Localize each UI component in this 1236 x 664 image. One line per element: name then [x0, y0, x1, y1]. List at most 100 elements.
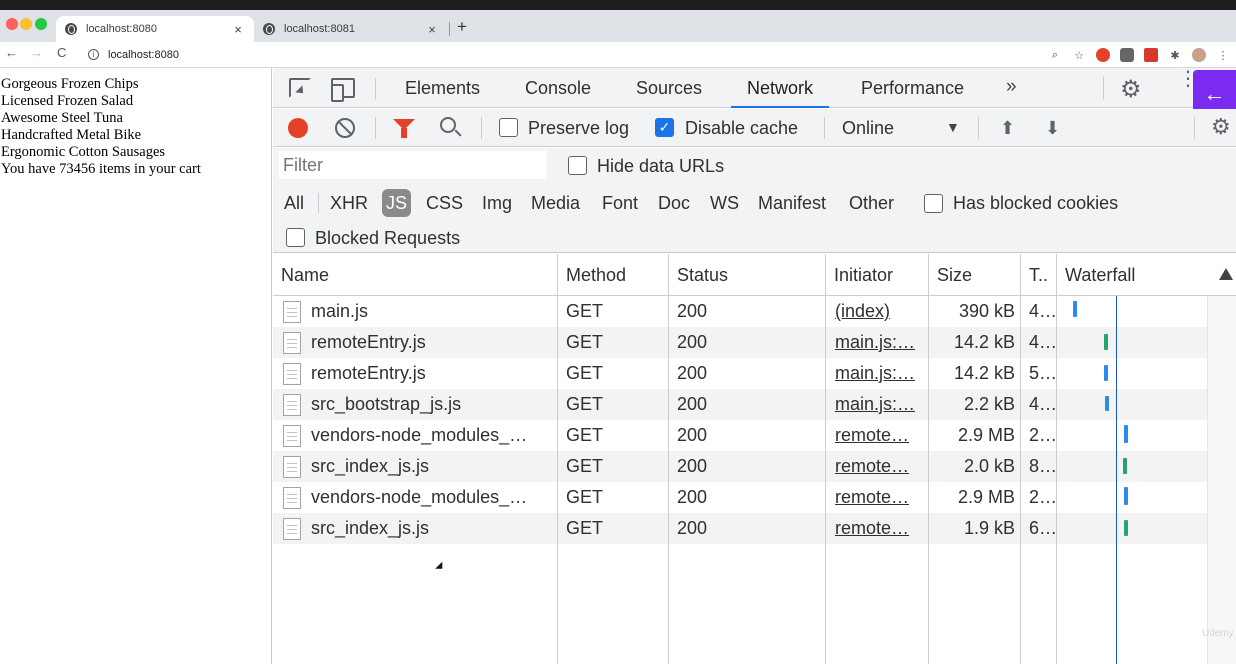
- waterfall-bar[interactable]: [1104, 365, 1108, 381]
- waterfall-bar[interactable]: [1105, 396, 1109, 411]
- hide-data-urls-checkbox[interactable]: [568, 156, 587, 175]
- waterfall-bar[interactable]: [1124, 487, 1128, 505]
- disable-cache-checkbox[interactable]: ✓: [655, 118, 674, 137]
- table-row[interactable]: main.js GET 200 (index) 390 kB 4…: [273, 296, 1207, 327]
- browser-tab-active[interactable]: localhost:8080 ×: [56, 16, 254, 42]
- tab-close-button[interactable]: ×: [230, 22, 246, 37]
- column-divider[interactable]: [928, 254, 929, 664]
- column-header-name[interactable]: Name: [273, 254, 558, 296]
- throttling-select[interactable]: Online: [842, 117, 894, 139]
- column-header-method[interactable]: Method: [558, 254, 669, 296]
- tab-separator: [449, 22, 450, 36]
- browser-tab[interactable]: localhost:8081 ×: [256, 16, 448, 42]
- type-filter-manifest[interactable]: Manifest: [758, 189, 826, 217]
- type-filter-xhr[interactable]: XHR: [330, 189, 368, 217]
- url-field[interactable]: i localhost:8080: [80, 44, 1060, 65]
- search-icon[interactable]: [440, 117, 456, 133]
- column-divider[interactable]: [557, 254, 558, 664]
- type-filter-doc[interactable]: Doc: [658, 189, 690, 217]
- table-row[interactable]: src_index_js.js GET 200 remote… 1.9 kB 6…: [273, 513, 1207, 544]
- cell-initiator[interactable]: remote…: [835, 513, 923, 544]
- puzzle-icon[interactable]: ✱: [1168, 48, 1182, 62]
- cell-initiator[interactable]: main.js:…: [835, 327, 923, 358]
- table-row[interactable]: remoteEntry.js GET 200 main.js:… 14.2 kB 5…: [273, 358, 1207, 389]
- waterfall-bar[interactable]: [1124, 520, 1128, 536]
- cell-method: GET: [566, 394, 604, 414]
- type-filter-all[interactable]: All: [284, 189, 304, 217]
- column-header-initiator[interactable]: Initiator: [826, 254, 929, 296]
- preserve-log-checkbox[interactable]: [499, 118, 518, 137]
- blocked-requests-checkbox[interactable]: [286, 228, 305, 247]
- extension-shield-icon[interactable]: [1120, 48, 1134, 62]
- type-filter-css[interactable]: CSS: [426, 189, 463, 217]
- waterfall-bar[interactable]: [1104, 334, 1108, 350]
- menu-kebab-icon[interactable]: ⋮: [1216, 48, 1230, 62]
- bookmark-star-icon[interactable]: ☆: [1072, 48, 1086, 62]
- filter-icon[interactable]: [393, 119, 415, 138]
- info-icon[interactable]: i: [88, 49, 99, 60]
- network-settings-gear-icon[interactable]: ⚙: [1211, 114, 1231, 140]
- minimize-window-button[interactable]: [20, 18, 32, 30]
- cell-status: 200: [677, 363, 708, 383]
- new-tab-button[interactable]: +: [457, 17, 467, 37]
- has-blocked-cookies-checkbox[interactable]: [924, 194, 943, 213]
- cell-initiator[interactable]: remote…: [835, 420, 923, 451]
- type-filter-js[interactable]: JS: [382, 189, 412, 217]
- column-header-waterfall[interactable]: Waterfall: [1057, 254, 1236, 296]
- table-row[interactable]: src_bootstrap_js.js GET 200 main.js:… 2.2 kB…: [273, 389, 1207, 420]
- type-filter-img[interactable]: Img: [482, 189, 512, 217]
- type-filter-media[interactable]: Media: [531, 189, 580, 217]
- device-toolbar-icon[interactable]: [331, 78, 355, 102]
- cell-initiator[interactable]: remote…: [835, 482, 923, 513]
- clear-icon[interactable]: [335, 118, 355, 138]
- waterfall-bar[interactable]: [1073, 301, 1077, 317]
- cell-initiator[interactable]: remote…: [835, 451, 923, 482]
- maximize-window-button[interactable]: [35, 18, 47, 30]
- column-header-time[interactable]: T..: [1021, 254, 1057, 296]
- tab-network[interactable]: Network: [731, 68, 830, 108]
- type-filter-other[interactable]: Other: [849, 189, 894, 217]
- cell-time: 5…: [1029, 363, 1057, 383]
- sort-ascending-icon[interactable]: [1219, 268, 1233, 280]
- extension-red-icon[interactable]: [1096, 48, 1110, 62]
- zoom-icon[interactable]: ⌕: [1048, 48, 1062, 62]
- back-button[interactable]: ←: [5, 45, 18, 60]
- record-icon[interactable]: [288, 118, 308, 138]
- waterfall-bar[interactable]: [1123, 458, 1127, 474]
- column-divider[interactable]: [825, 254, 826, 664]
- table-row[interactable]: remoteEntry.js GET 200 main.js:… 14.2 kB 4…: [273, 327, 1207, 358]
- waterfall-scroll-track[interactable]: [1207, 296, 1236, 664]
- table-row[interactable]: src_index_js.js GET 200 remote… 2.0 kB 8…: [273, 451, 1207, 482]
- filter-input[interactable]: [279, 151, 547, 179]
- more-tabs-button[interactable]: »: [1006, 76, 1017, 98]
- profile-avatar[interactable]: [1192, 48, 1206, 62]
- forward-button[interactable]: →: [30, 45, 43, 60]
- tab-sources[interactable]: Sources: [636, 68, 702, 108]
- import-har-icon[interactable]: ⬆: [1000, 118, 1015, 139]
- column-divider[interactable]: [1056, 254, 1057, 664]
- type-filter-ws[interactable]: WS: [710, 189, 739, 217]
- column-divider[interactable]: [668, 254, 669, 664]
- waterfall-bar[interactable]: [1124, 425, 1128, 443]
- export-har-icon[interactable]: ⬇: [1045, 118, 1060, 139]
- tab-performance[interactable]: Performance: [861, 68, 964, 108]
- reload-button[interactable]: C: [57, 45, 66, 60]
- column-header-status[interactable]: Status: [669, 254, 826, 296]
- customize-kebab-icon[interactable]: ⋮: [1178, 69, 1198, 99]
- column-divider[interactable]: [1020, 254, 1021, 664]
- table-row[interactable]: vendors-node_modules_… GET 200 remote… 2.9 M…: [273, 420, 1207, 451]
- column-header-size[interactable]: Size: [929, 254, 1021, 296]
- tab-console[interactable]: Console: [525, 68, 591, 108]
- tab-close-button[interactable]: ×: [424, 22, 440, 37]
- settings-gear-icon[interactable]: ⚙: [1120, 75, 1142, 104]
- cell-initiator[interactable]: main.js:…: [835, 358, 923, 389]
- inspect-element-icon[interactable]: [289, 78, 311, 98]
- extension-square-icon[interactable]: [1144, 48, 1158, 62]
- tab-elements[interactable]: Elements: [405, 68, 480, 108]
- cell-initiator[interactable]: main.js:…: [835, 389, 923, 420]
- type-filter-font[interactable]: Font: [602, 189, 638, 217]
- chevron-down-icon[interactable]: ▼: [946, 119, 960, 135]
- cell-initiator[interactable]: (index): [835, 296, 923, 327]
- close-window-button[interactable]: [6, 18, 18, 30]
- table-row[interactable]: vendors-node_modules_… GET 200 remote… 2.9 M…: [273, 482, 1207, 513]
